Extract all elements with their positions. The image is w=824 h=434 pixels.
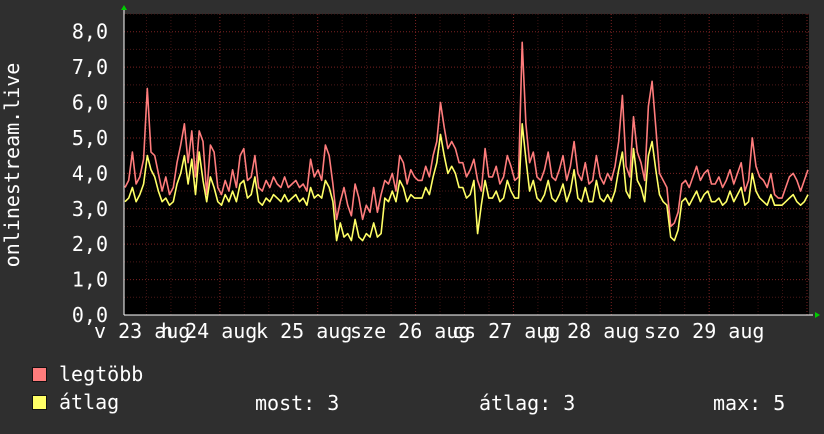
legend-label-max: legtöbb [59, 362, 144, 386]
y-axis-arrow [121, 5, 127, 10]
y-tick-label: 4,0 [72, 161, 108, 185]
stat-max: max: 5 [713, 391, 786, 415]
y-tick-label: 3,0 [72, 197, 108, 221]
x-tick-label: szo 29 aug [644, 319, 764, 343]
x-tick-label: p 28 aug [543, 319, 639, 343]
y-axis-label: onlinestream.live [0, 63, 24, 268]
stat-current: most: 3 [255, 391, 340, 415]
legend-swatch-avg [32, 394, 47, 410]
y-tick-label: 1,0 [72, 268, 108, 292]
x-axis-arrow [815, 312, 820, 318]
legend-swatch-max [32, 366, 47, 382]
y-tick-label: 5,0 [72, 126, 108, 150]
x-tick-label: h 24 aug [161, 319, 257, 343]
legend-label-avg: átlag [59, 390, 120, 414]
x-tick-label: k 25 aug [256, 319, 352, 343]
stat-average: átlag: 3 [479, 391, 576, 415]
legend-item-max: legtöbb [32, 362, 143, 386]
y-tick-label: 2,0 [72, 232, 108, 256]
legend-item-avg: átlag [32, 390, 119, 414]
plot-background [124, 14, 809, 315]
y-tick-label: 8,0 [72, 20, 108, 44]
y-tick-label: 6,0 [72, 91, 108, 115]
y-tick-label: 7,0 [72, 55, 108, 79]
